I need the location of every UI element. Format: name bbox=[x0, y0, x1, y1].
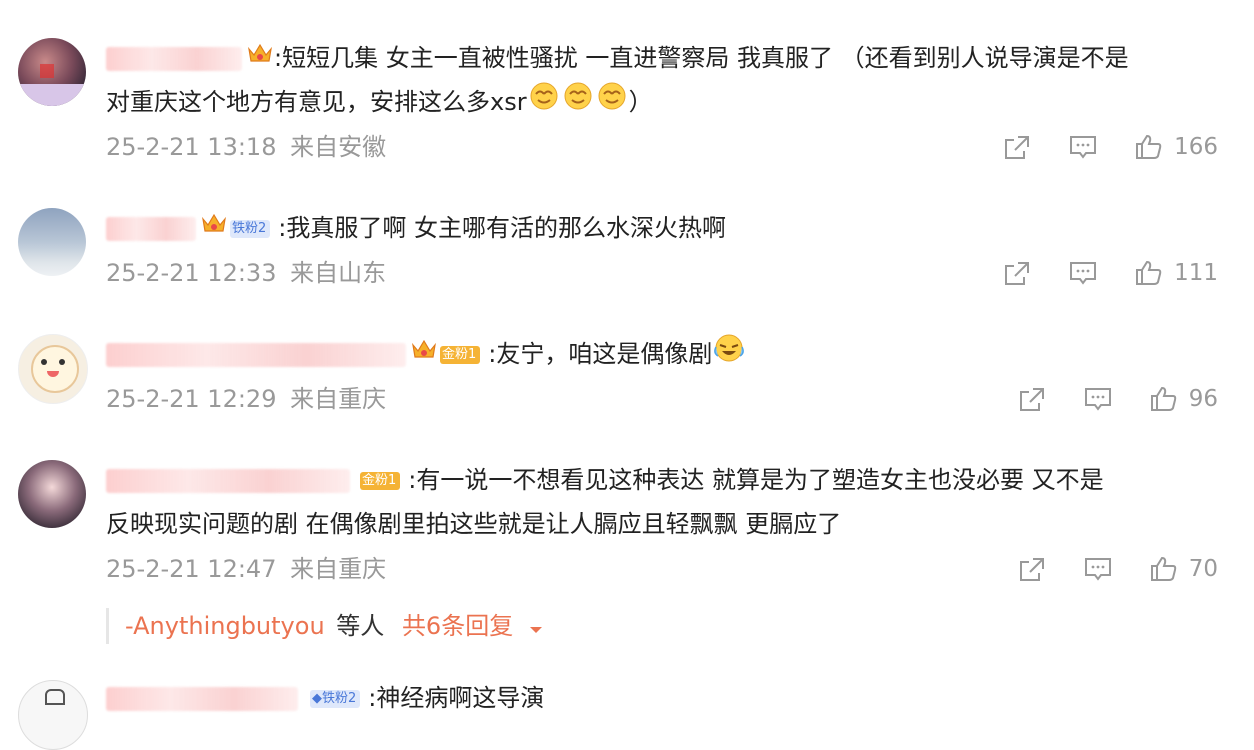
location: 来自安徽 bbox=[290, 133, 387, 161]
username-obscured[interactable] bbox=[106, 217, 196, 241]
like-count: 96 bbox=[1188, 386, 1218, 412]
comment-icon bbox=[1070, 262, 1097, 285]
comment-text-line: ◆铁粉2 :神经病啊这导演 bbox=[106, 676, 1224, 721]
share-icon bbox=[1019, 558, 1044, 581]
share-icon bbox=[1005, 262, 1030, 285]
share-button[interactable] bbox=[1017, 385, 1047, 413]
comment-button[interactable] bbox=[1068, 259, 1098, 287]
comment-button[interactable] bbox=[1083, 555, 1113, 583]
replies-summary[interactable]: -Anythingbutyou 等人 共6条回复 bbox=[106, 608, 543, 644]
comment-text-line: :短短几集 女主一直被性骚扰 一直进警察局 我真服了 （还看到别人说导演是不是 bbox=[106, 36, 1224, 81]
comment-actions: 96 bbox=[1017, 384, 1218, 414]
comment-text: ） bbox=[628, 88, 653, 116]
comment-text-line: 铁粉2 :我真服了啊 女主哪有活的那么水深火热啊 bbox=[106, 206, 1224, 251]
like-count: 111 bbox=[1174, 260, 1218, 286]
comment-button[interactable] bbox=[1068, 133, 1098, 161]
comment-text: :神经病啊这导演 bbox=[368, 684, 545, 712]
comment-text-line: 反映现实问题的剧 在偶像剧里拍这些就是让人膈应且轻飘飘 更膈应了 bbox=[106, 502, 841, 546]
smirk-emoji-icon bbox=[561, 81, 595, 125]
comment-text: :短短几集 女主一直被性骚扰 一直进警察局 我真服了 （还看到别人说导演是不是 bbox=[274, 44, 1129, 72]
comment-actions: 111 bbox=[1002, 258, 1218, 288]
location: 来自重庆 bbox=[290, 385, 387, 413]
comment-icon bbox=[1070, 136, 1097, 159]
fan-badge[interactable]: 铁粉2 bbox=[230, 220, 271, 238]
username-obscured[interactable] bbox=[106, 47, 242, 71]
comment-actions: 166 bbox=[1002, 132, 1218, 162]
avatar[interactable] bbox=[18, 334, 88, 404]
username-obscured[interactable] bbox=[106, 469, 350, 493]
smirk-emoji-icon bbox=[527, 81, 561, 125]
comment-meta: 25-2-21 12:33 来自山东 bbox=[106, 258, 386, 288]
share-icon bbox=[1019, 388, 1044, 411]
thumbs-up-icon bbox=[1150, 386, 1176, 411]
fan-badge[interactable]: 金粉1 bbox=[360, 472, 401, 490]
username-obscured[interactable] bbox=[106, 687, 298, 711]
thumbs-up-icon bbox=[1136, 260, 1162, 285]
like-button[interactable]: 70 bbox=[1149, 555, 1218, 583]
share-button[interactable] bbox=[1017, 555, 1047, 583]
location: 来自重庆 bbox=[290, 555, 387, 583]
like-count: 70 bbox=[1188, 556, 1218, 582]
timestamp: 25-2-21 12:33 bbox=[106, 259, 277, 287]
avatar[interactable] bbox=[18, 38, 86, 106]
avatar[interactable] bbox=[18, 460, 86, 528]
share-button[interactable] bbox=[1002, 133, 1032, 161]
fan-badge[interactable]: 金粉1 bbox=[440, 346, 481, 364]
comment-text: :有一说一不想看见这种表达 就算是为了塑造女主也没必要 又不是 bbox=[408, 466, 1104, 494]
comment-actions: 70 bbox=[1017, 554, 1218, 584]
reply-count-link[interactable]: 共6条回复 bbox=[402, 612, 513, 640]
like-button[interactable]: 96 bbox=[1149, 385, 1218, 413]
reply-username[interactable]: -Anythingbutyou bbox=[125, 612, 325, 640]
fan-badge[interactable]: ◆铁粉2 bbox=[310, 690, 361, 708]
thumbs-up-icon bbox=[1136, 134, 1162, 159]
thumbs-up-icon bbox=[1150, 556, 1176, 581]
share-icon bbox=[1005, 136, 1030, 159]
comment-text: 反映现实问题的剧 在偶像剧里拍这些就是让人膈应且轻飘飘 更膈应了 bbox=[106, 510, 842, 538]
crown-icon bbox=[246, 37, 274, 81]
crown-icon bbox=[200, 207, 228, 251]
caret-down-icon[interactable] bbox=[529, 609, 543, 645]
comment-text: :友宁，咱这是偶像剧 bbox=[488, 340, 713, 368]
comment-meta: 25-2-21 13:18 来自安徽 bbox=[106, 132, 386, 162]
crown-icon bbox=[410, 333, 438, 377]
avatar[interactable] bbox=[18, 680, 88, 750]
comment-meta: 25-2-21 12:47 来自重庆 bbox=[106, 554, 386, 584]
comment-icon bbox=[1084, 388, 1111, 411]
fan-badge-label: 铁粉2 bbox=[322, 691, 357, 706]
reply-others: 等人 bbox=[336, 612, 385, 640]
timestamp: 25-2-21 12:47 bbox=[106, 555, 277, 583]
diamond-icon: ◆ bbox=[312, 691, 322, 706]
comment-text-line: 金粉1 :有一说一不想看见这种表达 就算是为了塑造女主也没必要 又不是 bbox=[106, 458, 1224, 502]
like-button[interactable]: 166 bbox=[1134, 133, 1218, 161]
username-obscured[interactable] bbox=[106, 343, 406, 367]
comment-text-line: 金粉1 :友宁，咱这是偶像剧 bbox=[106, 332, 1224, 377]
timestamp: 25-2-21 12:29 bbox=[106, 385, 277, 413]
like-count: 166 bbox=[1174, 134, 1218, 160]
comment-button[interactable] bbox=[1083, 385, 1113, 413]
comment-text: 对重庆这个地方有意见，安排这么多xsr bbox=[106, 88, 527, 116]
timestamp: 25-2-21 13:18 bbox=[106, 133, 277, 161]
smirk-emoji-icon bbox=[595, 81, 629, 125]
comment-text-line: 对重庆这个地方有意见，安排这么多xsr ） bbox=[106, 80, 653, 125]
comment-icon bbox=[1084, 558, 1111, 581]
comment-meta: 25-2-21 12:29 来自重庆 bbox=[106, 384, 386, 414]
share-button[interactable] bbox=[1002, 259, 1032, 287]
laugh-cry-emoji-icon bbox=[712, 333, 746, 377]
comment-text: :我真服了啊 女主哪有活的那么水深火热啊 bbox=[278, 214, 726, 242]
like-button[interactable]: 111 bbox=[1134, 259, 1218, 287]
location: 来自山东 bbox=[290, 259, 387, 287]
avatar[interactable] bbox=[18, 208, 86, 276]
